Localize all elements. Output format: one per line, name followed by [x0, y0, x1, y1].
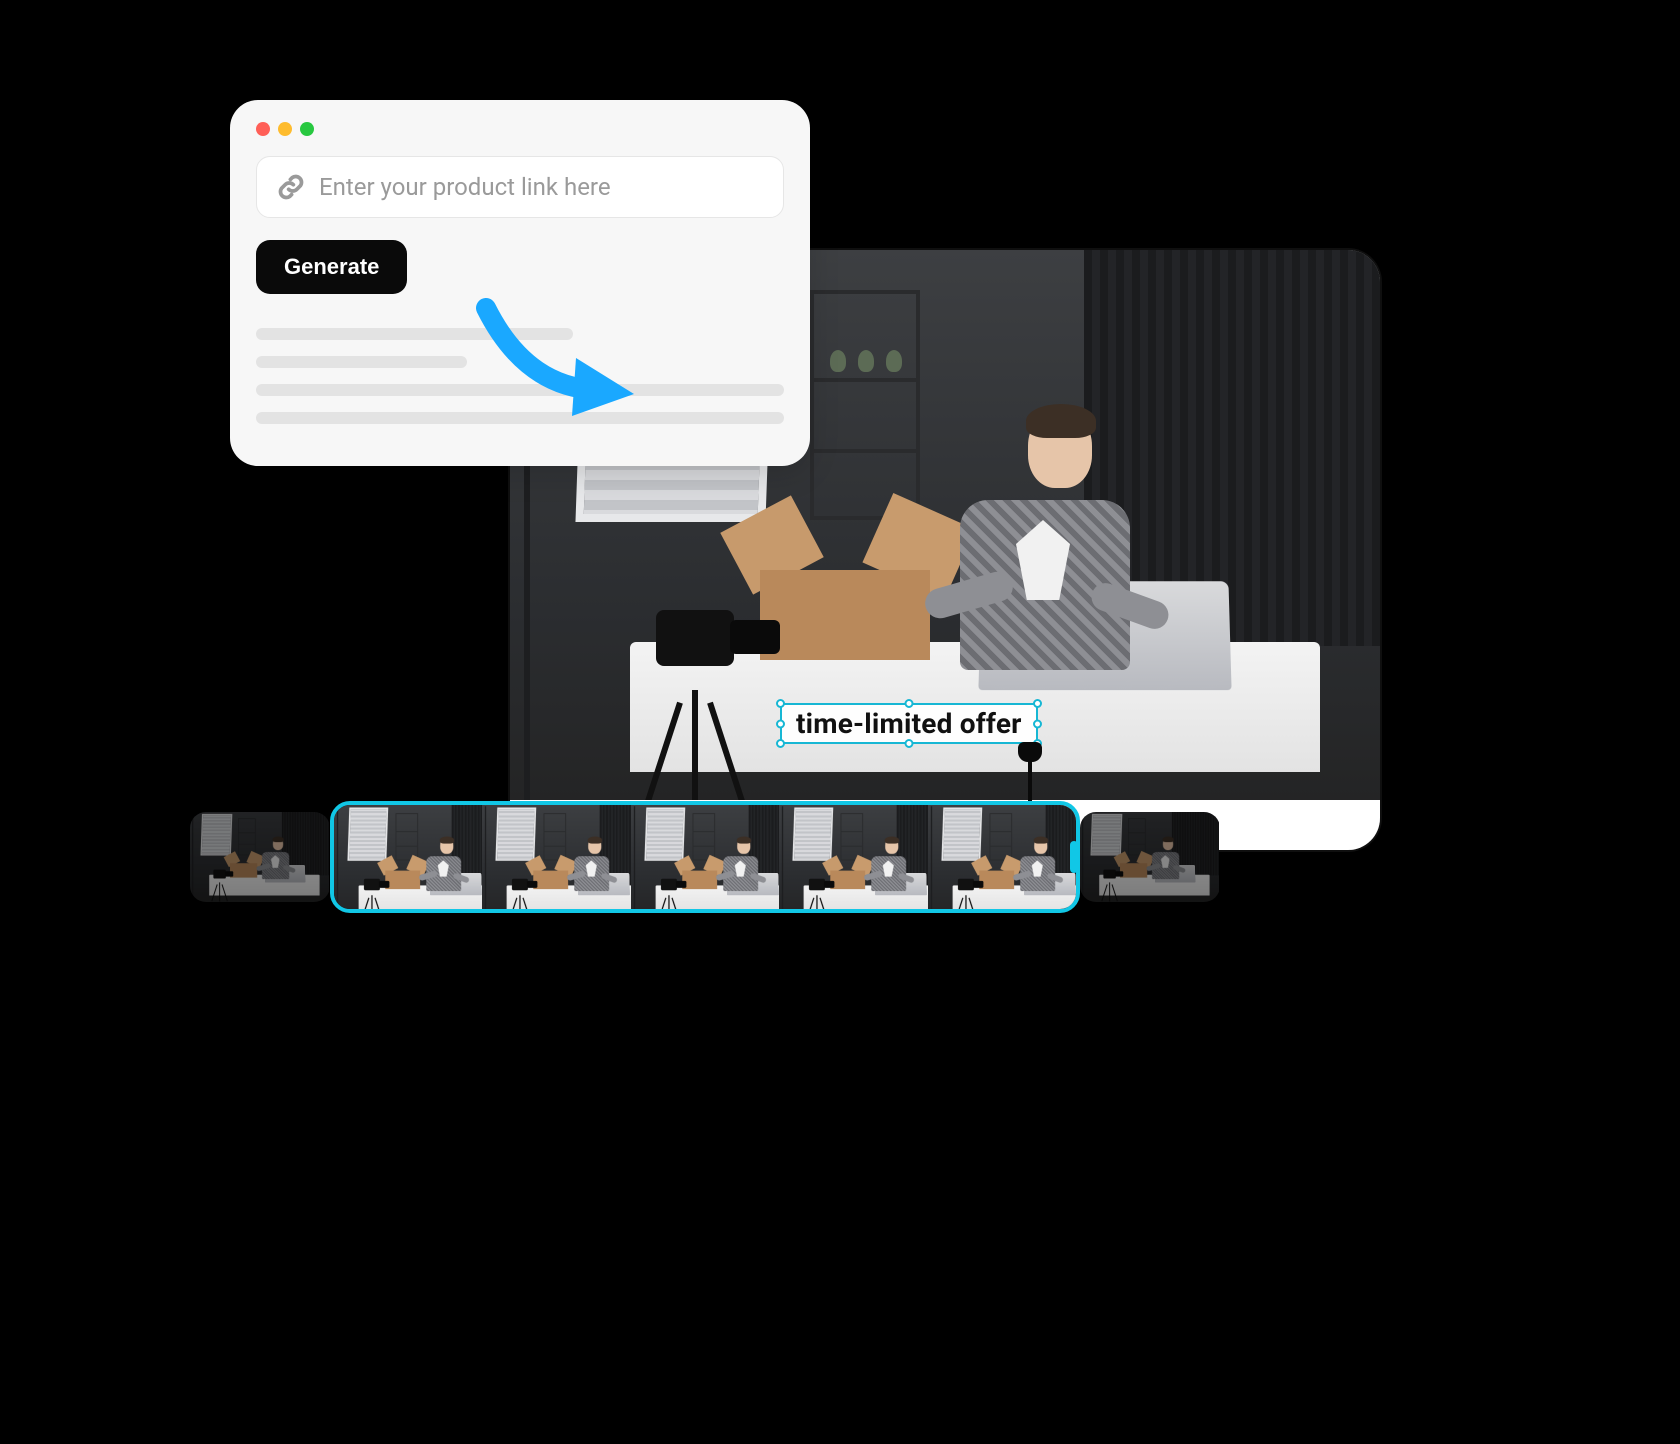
product-link-placeholder: Enter your product link here	[319, 173, 611, 201]
maximize-dot-icon	[300, 122, 314, 136]
caption-text-box[interactable]: time-limited offer	[780, 703, 1038, 744]
timeline-clip[interactable]	[1080, 812, 1220, 902]
caption-text: time-limited offer	[796, 707, 1022, 740]
resize-handle[interactable]	[904, 699, 913, 708]
timeline-clip-selected[interactable]	[330, 801, 1080, 913]
resize-handle[interactable]	[776, 699, 785, 708]
link-icon	[277, 173, 305, 201]
timeline-clip[interactable]	[190, 812, 330, 902]
resize-handle[interactable]	[776, 739, 785, 748]
skeleton-line	[256, 412, 784, 424]
resize-handle[interactable]	[1033, 699, 1042, 708]
link-input-card: Enter your product link here Generate	[230, 100, 810, 466]
skeleton-line	[256, 356, 467, 368]
window-traffic-lights	[256, 122, 784, 136]
product-link-input[interactable]: Enter your product link here	[256, 156, 784, 218]
loading-skeleton	[256, 328, 784, 424]
resize-handle[interactable]	[904, 739, 913, 748]
resize-handle[interactable]	[1033, 719, 1042, 728]
close-dot-icon	[256, 122, 270, 136]
skeleton-line	[256, 384, 784, 396]
skeleton-line	[256, 328, 573, 340]
resize-handle[interactable]	[776, 719, 785, 728]
generate-button[interactable]: Generate	[256, 240, 407, 294]
timeline-strip[interactable]	[190, 794, 1220, 920]
minimize-dot-icon	[278, 122, 292, 136]
